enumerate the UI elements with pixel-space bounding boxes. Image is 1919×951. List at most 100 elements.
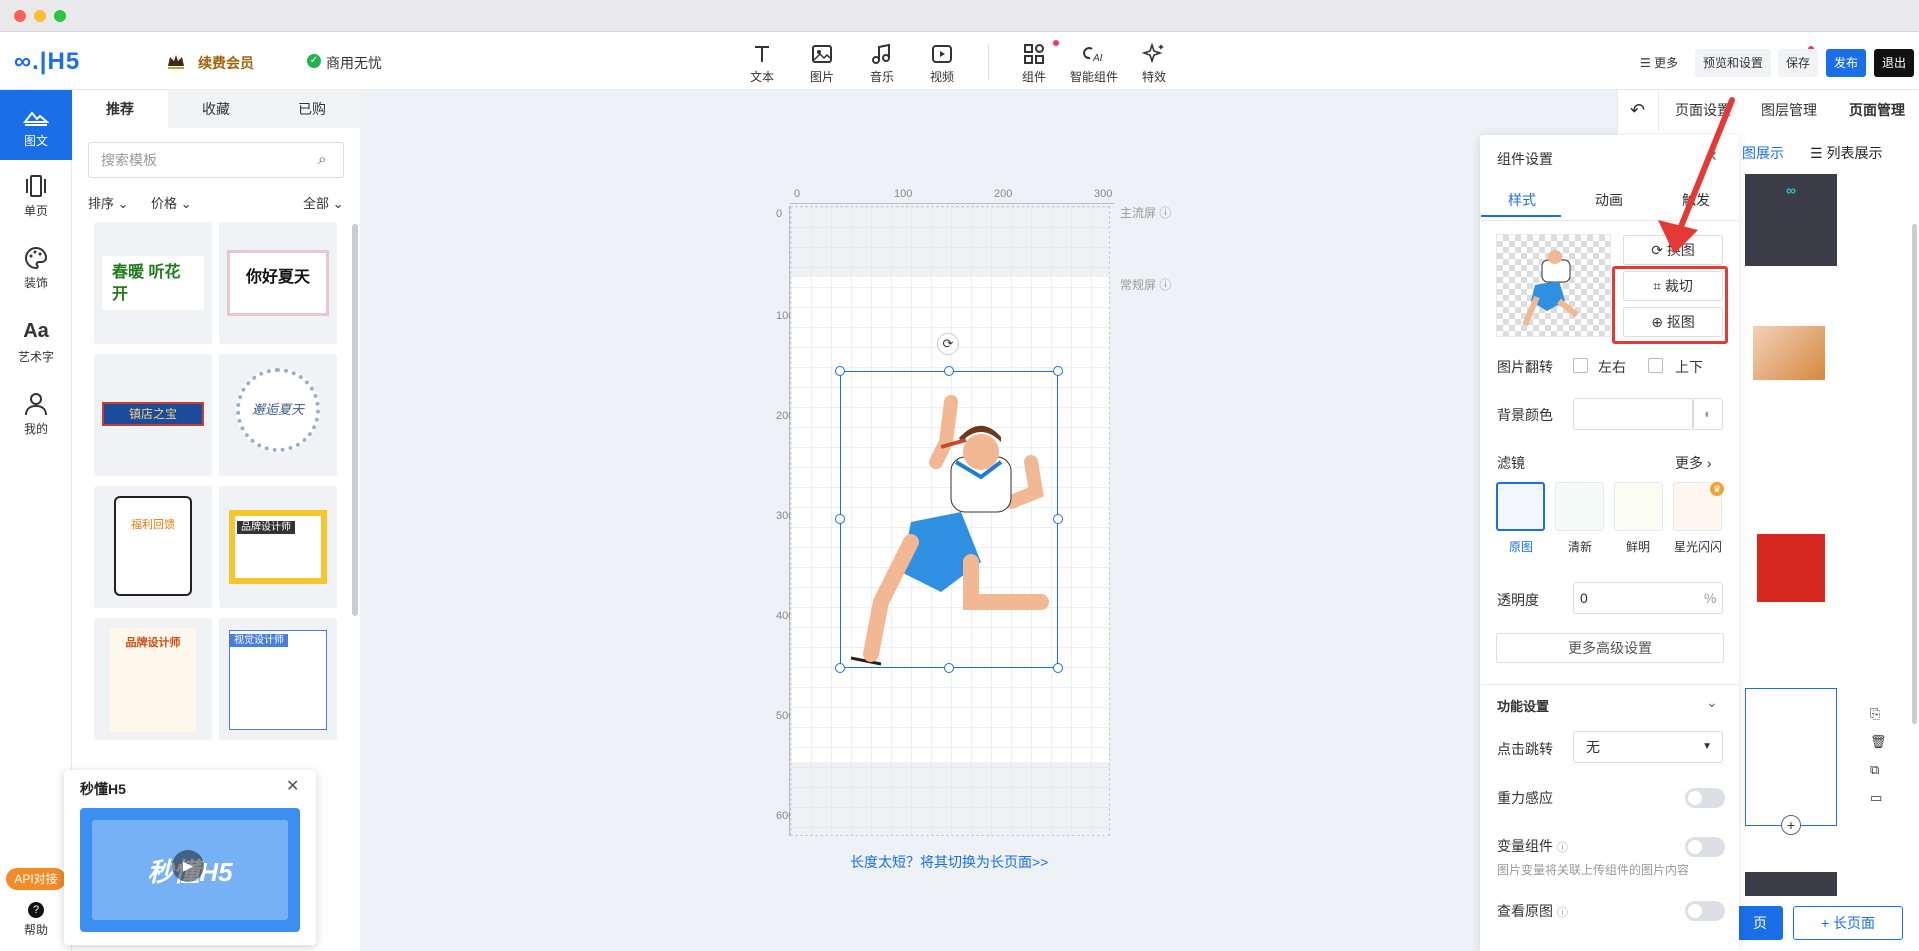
list-view-toggle[interactable]: ☰ 列表展示 bbox=[1810, 143, 1882, 163]
tab-style[interactable]: 样式 bbox=[1508, 190, 1536, 210]
flip-lr-checkbox[interactable] bbox=[1573, 358, 1588, 373]
video-icon bbox=[932, 45, 952, 63]
commercial-badge[interactable]: 商用无忧 bbox=[326, 53, 382, 73]
delete-icon[interactable]: 🗑 bbox=[1870, 734, 1887, 750]
resize-handle[interactable] bbox=[1053, 663, 1063, 673]
toolbar-effects-button[interactable]: 特效 bbox=[1126, 42, 1182, 85]
resize-handle[interactable] bbox=[1053, 514, 1063, 524]
help-button[interactable]: ? 帮助 bbox=[0, 902, 72, 938]
nav-item-mine[interactable]: 我的 bbox=[0, 392, 72, 437]
template-thumb[interactable]: 品牌设计师 bbox=[94, 618, 212, 740]
opacity-input[interactable]: 0 bbox=[1573, 582, 1723, 614]
price-dropdown[interactable]: 价格 ⌄ bbox=[151, 193, 192, 212]
sort-dropdown[interactable]: 排序 ⌄ bbox=[88, 193, 129, 212]
add-long-page-button[interactable]: + 长页面 bbox=[1793, 906, 1903, 940]
copy-icon[interactable]: ⎘ bbox=[1870, 706, 1880, 722]
nav-item-decoration[interactable]: 装饰 bbox=[0, 246, 72, 291]
app-logo[interactable]: ∞.|H5 bbox=[14, 48, 80, 76]
minimize-window-button[interactable] bbox=[34, 10, 46, 22]
template-thumb[interactable]: 福利回馈 bbox=[94, 486, 212, 608]
page-thumb[interactable]: ∞ bbox=[1745, 174, 1837, 266]
ruler-label: 300 bbox=[1094, 188, 1113, 200]
question-icon[interactable]: ⓘ bbox=[1557, 842, 1568, 854]
plus-icon[interactable]: + bbox=[1781, 815, 1801, 835]
tab-favorites[interactable]: 收藏 bbox=[168, 90, 264, 128]
tab-purchased[interactable]: 已购 bbox=[264, 90, 360, 128]
toolbar-video-button[interactable]: 视频 bbox=[914, 42, 970, 85]
filter-vivid[interactable] bbox=[1614, 482, 1663, 531]
add-page-button[interactable]: 页 bbox=[1737, 906, 1783, 940]
template-thumb[interactable]: 你好夏天 bbox=[219, 222, 337, 344]
template-search-input[interactable]: 搜索模板 bbox=[88, 142, 344, 178]
page-list-scrollbar[interactable] bbox=[1912, 224, 1917, 724]
question-icon[interactable]: ⓘ bbox=[1557, 907, 1568, 919]
filter-more-link[interactable]: 更多 › bbox=[1675, 453, 1712, 473]
nav-item-graphics[interactable]: 图文 bbox=[0, 90, 72, 160]
template-thumb[interactable]: 视觉设计师 bbox=[219, 618, 337, 740]
close-window-button[interactable] bbox=[14, 10, 26, 22]
maximize-window-button[interactable] bbox=[54, 10, 66, 22]
resize-handle[interactable] bbox=[835, 663, 845, 673]
filter-label-starlight: 星光闪闪 bbox=[1674, 540, 1723, 554]
page-thumb[interactable] bbox=[1745, 500, 1837, 638]
tab-layer-management[interactable]: 图层管理 bbox=[1748, 90, 1830, 130]
more-menu-button[interactable]: ☰ 更多 bbox=[1632, 49, 1686, 77]
video-thumbnail[interactable]: 秒懂H5 ▶ bbox=[80, 808, 300, 932]
filter-fresh[interactable] bbox=[1555, 482, 1604, 531]
page-thumb[interactable] bbox=[1745, 872, 1837, 896]
nav-item-art-text[interactable]: Aa 艺术字 bbox=[0, 320, 72, 365]
template-thumb[interactable]: 邂逅夏天 bbox=[219, 354, 337, 476]
template-thumb[interactable]: 镇店之宝 bbox=[94, 354, 212, 476]
toolbar-image-button[interactable]: 图片 bbox=[794, 42, 850, 85]
chevron-down-icon[interactable]: ⌄ bbox=[1706, 694, 1718, 711]
question-icon: ⓘ bbox=[1159, 278, 1172, 292]
play-icon[interactable]: ▶ bbox=[172, 850, 204, 882]
view-original-toggle[interactable] bbox=[1685, 901, 1725, 921]
publish-button[interactable]: 发布 bbox=[1826, 49, 1867, 77]
current-page-thumb[interactable] bbox=[1745, 688, 1837, 826]
color-picker-icon[interactable]: ◐ bbox=[1693, 398, 1723, 430]
flip-ud-checkbox[interactable] bbox=[1648, 358, 1663, 373]
switch-long-page-link[interactable]: 长度太短？将其切换为长页面>> bbox=[850, 852, 1048, 872]
variable-toggle[interactable] bbox=[1685, 837, 1725, 857]
tab-underline bbox=[1481, 215, 1561, 217]
component-icon bbox=[1024, 44, 1044, 64]
renew-vip-link[interactable]: 续费会员 bbox=[198, 53, 254, 73]
tab-animation[interactable]: 动画 bbox=[1595, 190, 1623, 210]
nav-item-single-page[interactable]: 单页 bbox=[0, 174, 72, 219]
tab-page-management[interactable]: 页面管理 bbox=[1836, 90, 1918, 130]
all-dropdown[interactable]: 全部 ⌄ bbox=[303, 193, 344, 212]
save-button[interactable]: 保存 bbox=[1778, 49, 1819, 77]
toolbar-ai-button[interactable]: AI 智能组件 bbox=[1066, 42, 1122, 85]
filter-original[interactable] bbox=[1496, 482, 1545, 531]
advanced-settings-button[interactable]: 更多高级设置 bbox=[1496, 633, 1724, 663]
normal-screen-label: 常规屏 ⓘ bbox=[1120, 278, 1172, 292]
resize-handle[interactable] bbox=[1053, 366, 1063, 376]
rotate-icon[interactable]: ⟳ bbox=[937, 333, 959, 355]
api-badge[interactable]: API对接 bbox=[6, 868, 66, 890]
toolbar-music-button[interactable]: 音乐 bbox=[854, 42, 910, 85]
toolbar-component-button[interactable]: 组件 bbox=[1006, 42, 1062, 85]
resize-handle[interactable] bbox=[835, 514, 845, 524]
resize-handle[interactable] bbox=[944, 366, 954, 376]
resize-handle[interactable] bbox=[835, 366, 845, 376]
grid-view-toggle[interactable]: 图展示 bbox=[1742, 143, 1784, 163]
preview-settings-button[interactable]: 预览和设置 bbox=[1695, 49, 1772, 77]
bg-color-input[interactable] bbox=[1573, 398, 1693, 430]
selected-image-element[interactable] bbox=[840, 371, 1058, 668]
folder-icon[interactable]: ▭ bbox=[1870, 790, 1882, 806]
template-thumb[interactable]: 品牌设计师 bbox=[219, 486, 337, 608]
gravity-toggle[interactable] bbox=[1685, 788, 1725, 808]
template-scrollbar[interactable] bbox=[352, 224, 358, 616]
toolbar-text-button[interactable]: 文本 bbox=[734, 42, 790, 85]
resize-handle[interactable] bbox=[944, 663, 954, 673]
search-icon[interactable]: ⌕ bbox=[318, 151, 326, 168]
click-jump-select[interactable]: 无 ▼ bbox=[1573, 731, 1723, 763]
close-icon[interactable]: ✕ bbox=[286, 776, 299, 796]
tab-recommended[interactable]: 推荐 bbox=[72, 90, 168, 128]
exit-button[interactable]: 退出 bbox=[1874, 49, 1915, 77]
duplicate-icon[interactable]: ⧉ bbox=[1870, 762, 1879, 778]
template-thumb[interactable]: 春暖 听花开 bbox=[94, 222, 212, 344]
page-thumb[interactable] bbox=[1745, 290, 1837, 382]
image-preview[interactable] bbox=[1496, 234, 1611, 337]
